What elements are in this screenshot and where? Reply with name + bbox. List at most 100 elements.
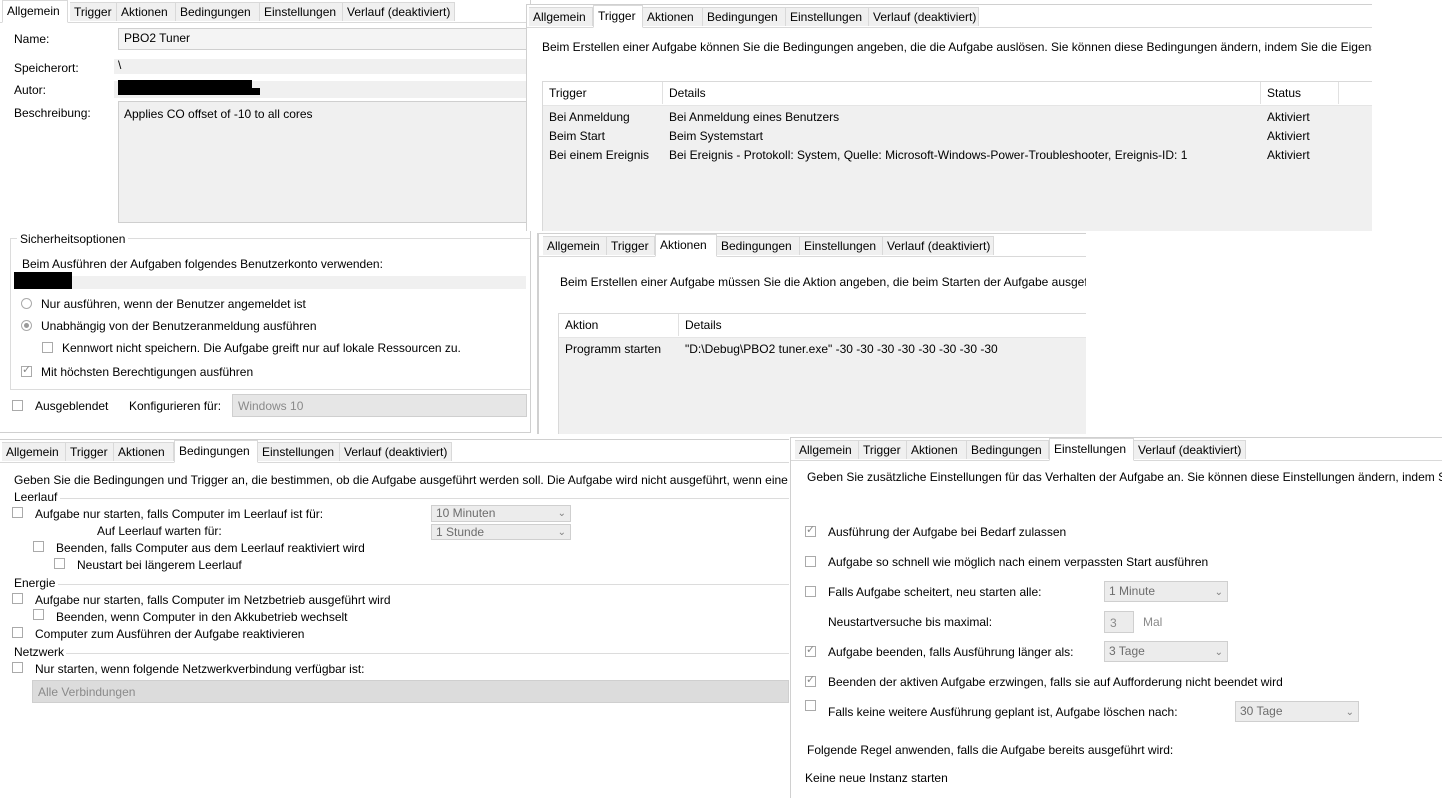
settings-intro-text: Geben Sie zusätzliche Einstellungen für … [807, 470, 1442, 484]
highest-privileges-checkbox[interactable] [21, 363, 32, 377]
row-details-cell: Bei Ereignis - Protokoll: System, Quelle… [669, 148, 1188, 162]
hidden-checkbox[interactable] [12, 400, 23, 411]
rule-select[interactable]: Keine neue Instanz starten [805, 771, 948, 785]
power-battery-checkbox[interactable] [33, 609, 44, 620]
column-header-action[interactable]: Aktion [559, 314, 679, 336]
network-connection-select[interactable]: Alle Verbindungen [32, 680, 789, 703]
idle-stop-checkbox[interactable] [33, 541, 44, 552]
tab-trigger[interactable]: Trigger [66, 442, 114, 461]
tab-history[interactable]: Verlauf (deaktiviert) [340, 442, 452, 461]
restart-interval-value: 1 Minute [1109, 584, 1156, 598]
tab-actions[interactable]: Aktionen [643, 7, 703, 26]
tab-actions[interactable]: Aktionen [907, 440, 967, 459]
run-independent-radio[interactable] [21, 320, 32, 331]
tab-trigger[interactable]: Trigger [607, 236, 655, 255]
configure-label: Konfigurieren für: [129, 399, 222, 413]
idle-duration-select[interactable]: 10 Minuten ⌄ [431, 505, 571, 522]
general-tab-panel: Allgemein Trigger Aktionen Bedingungen E… [0, 0, 531, 433]
tab-conditions[interactable]: Bedingungen [967, 440, 1049, 459]
tab-general[interactable]: Allgemein [795, 440, 859, 459]
tab-trigger[interactable]: Trigger [859, 440, 907, 459]
security-account-text: Beim Ausführen der Aufgaben folgendes Be… [22, 257, 383, 271]
tab-settings[interactable]: Einstellungen [258, 442, 340, 461]
trigger-table: Trigger Details Status Bei Anmeldung Bei… [542, 81, 1372, 231]
no-password-checkbox[interactable] [42, 342, 53, 353]
allow-on-demand-label: Ausführung der Aufgabe bei Bedarf zulass… [828, 525, 1067, 539]
column-header-details[interactable]: Details [663, 82, 1261, 104]
name-field[interactable]: PBO2 Tuner [118, 28, 530, 50]
chevron-down-icon: ⌄ [1345, 707, 1354, 718]
power-group-title: Energie [14, 576, 56, 590]
idle-wait-label: Auf Leerlauf warten für: [97, 524, 222, 538]
location-field: \ [114, 59, 530, 74]
restart-attempts-field[interactable]: 3 [1104, 611, 1134, 633]
table-row[interactable]: Programm starten "D:\Debug\PBO2 tuner.ex… [559, 342, 1086, 361]
restart-interval-select[interactable]: 1 Minute ⌄ [1104, 581, 1228, 602]
actions-table-header: Aktion Details [559, 314, 1086, 338]
tab-history[interactable]: Verlauf (deaktiviert) [1134, 440, 1246, 459]
tab-conditions[interactable]: Bedingungen [174, 440, 258, 463]
idle-wait-select[interactable]: 1 Stunde ⌄ [431, 524, 571, 540]
author-redaction [118, 80, 252, 88]
network-group-line [66, 653, 789, 654]
network-only-label: Nur starten, wenn folgende Netzwerkverbi… [35, 662, 365, 676]
table-row[interactable]: Bei Anmeldung Bei Anmeldung eines Benutz… [543, 110, 1372, 129]
tab-history[interactable]: Verlauf (deaktiviert) [343, 2, 455, 21]
tab-conditions[interactable]: Bedingungen [717, 236, 800, 255]
tab-general[interactable]: Allgemein [2, 442, 66, 461]
tab-general[interactable]: Allgemein [2, 0, 68, 23]
column-header-trigger[interactable]: Trigger [543, 82, 663, 104]
tab-history[interactable]: Verlauf (deaktiviert) [883, 236, 994, 255]
delete-after-select[interactable]: 30 Tage ⌄ [1235, 701, 1359, 722]
configure-select[interactable]: Windows 10 [232, 394, 527, 417]
power-wake-label: Computer zum Ausführen der Aufgabe reakt… [35, 627, 305, 641]
tab-settings[interactable]: Einstellungen [1049, 438, 1134, 461]
highest-privileges-label: Mit höchsten Berechtigungen ausführen [41, 365, 254, 379]
run-independent-label: Unabhängig von der Benutzeranmeldung aus… [41, 319, 317, 333]
force-stop-checkbox[interactable] [805, 673, 816, 687]
table-row[interactable]: Beim Start Beim Systemstart Aktiviert [543, 129, 1372, 148]
tab-general[interactable]: Allgemein [543, 236, 607, 255]
power-ac-checkbox[interactable] [12, 593, 23, 604]
location-label: Speicherort: [14, 61, 79, 75]
run-missed-checkbox[interactable] [805, 556, 816, 567]
power-group-line [58, 584, 789, 585]
stop-if-longer-select[interactable]: 3 Tage ⌄ [1104, 641, 1228, 662]
stop-if-longer-checkbox[interactable] [805, 643, 816, 657]
tab-bar: Allgemein Trigger Aktionen Bedingungen E… [0, 0, 530, 23]
tab-actions[interactable]: Aktionen [117, 2, 176, 21]
idle-start-checkbox[interactable] [12, 507, 23, 518]
network-only-checkbox[interactable] [12, 662, 23, 673]
column-header-status[interactable]: Status [1261, 82, 1339, 104]
tab-history[interactable]: Verlauf (deaktiviert) [869, 7, 979, 26]
tab-conditions[interactable]: Bedingungen [703, 7, 786, 26]
tab-general[interactable]: Allgemein [529, 7, 593, 26]
run-logged-on-radio[interactable] [21, 298, 32, 309]
tab-trigger[interactable]: Trigger [593, 5, 643, 28]
tab-settings[interactable]: Einstellungen [786, 7, 869, 26]
author-label: Autor: [14, 83, 47, 97]
idle-restart-checkbox[interactable] [54, 558, 65, 569]
tab-trigger[interactable]: Trigger [70, 2, 117, 21]
row-trigger-cell: Bei Anmeldung [549, 110, 630, 124]
rule-label: Folgende Regel anwenden, falls die Aufga… [807, 743, 1174, 757]
trigger-table-header: Trigger Details Status [543, 82, 1372, 106]
table-row[interactable]: Bei einem Ereignis Bei Ereignis - Protok… [543, 148, 1372, 167]
delete-after-checkbox[interactable] [805, 700, 816, 711]
delete-after-label: Falls keine weitere Ausführung geplant i… [828, 705, 1178, 719]
tab-settings[interactable]: Einstellungen [260, 2, 343, 21]
description-field[interactable]: Applies CO offset of -10 to all cores [118, 101, 530, 223]
column-header-details[interactable]: Details [679, 314, 1086, 336]
row-status-cell: Aktiviert [1267, 110, 1310, 124]
stop-if-longer-value: 3 Tage [1109, 644, 1145, 658]
tab-conditions[interactable]: Bedingungen [176, 2, 260, 21]
tab-bar: Allgemein Trigger Aktionen Bedingungen E… [527, 5, 1372, 28]
power-wake-checkbox[interactable] [12, 627, 23, 638]
restart-on-fail-checkbox[interactable] [805, 586, 816, 597]
name-label: Name: [14, 32, 50, 46]
tab-actions[interactable]: Aktionen [114, 442, 174, 461]
tab-settings[interactable]: Einstellungen [800, 236, 883, 255]
restart-on-fail-label: Falls Aufgabe scheitert, neu starten all… [828, 585, 1042, 599]
allow-on-demand-checkbox[interactable] [805, 523, 816, 537]
tab-actions[interactable]: Aktionen [655, 234, 717, 257]
